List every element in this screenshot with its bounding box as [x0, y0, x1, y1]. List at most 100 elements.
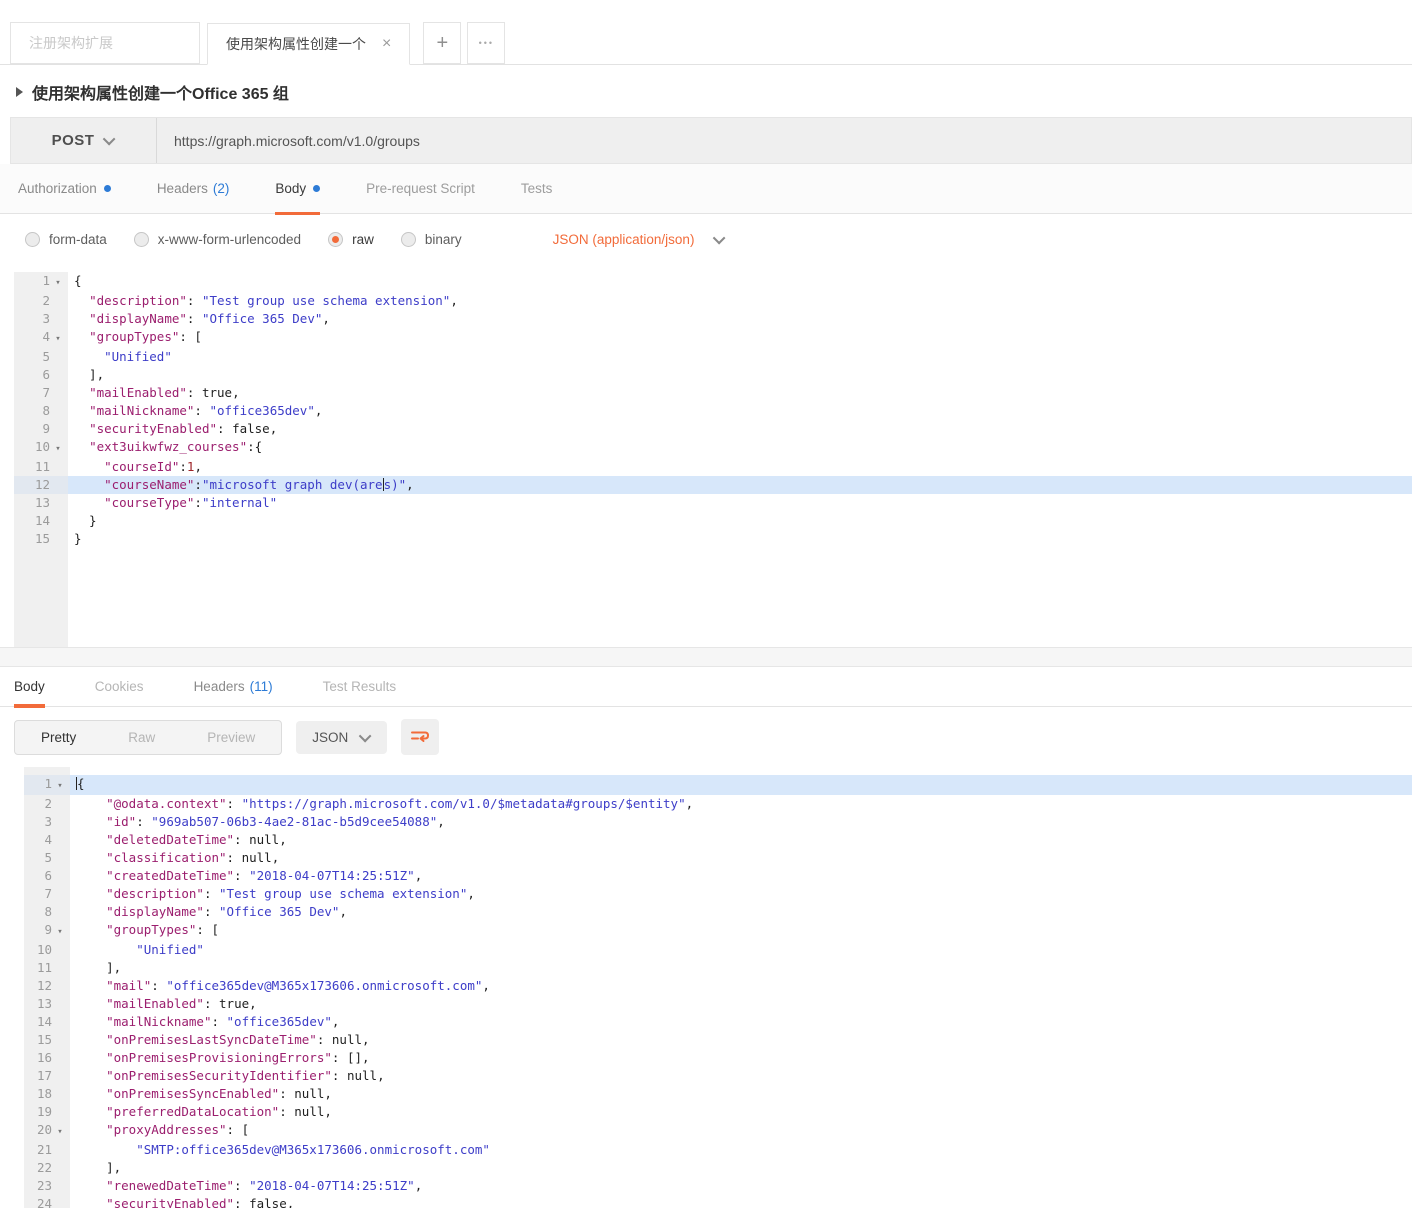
code-line: 4 "deletedDateTime": null,: [24, 831, 1412, 849]
code-token: {: [77, 776, 85, 791]
code-line: 15}: [14, 530, 1412, 548]
format-dropdown[interactable]: JSON: [296, 721, 387, 754]
line-number: 15: [24, 1031, 52, 1049]
line-number: 1: [24, 775, 52, 793]
tab-headers[interactable]: Headers (2): [157, 164, 230, 214]
code-token: ,: [315, 403, 323, 418]
view-raw-button[interactable]: Raw: [102, 721, 181, 754]
response-section-tabs: Body Cookies Headers (11) Test Results: [0, 667, 1412, 707]
wrap-lines-button[interactable]: [401, 719, 439, 755]
radio-selected-icon[interactable]: [328, 232, 343, 247]
code-token: [76, 1142, 136, 1157]
request-title-row: 使用架构属性创建一个Office 365 组: [0, 65, 1412, 117]
code-line: 6 ],: [14, 366, 1412, 384]
code-token: ,: [406, 477, 414, 492]
code-token: "2018-04-07T14:25:51Z": [249, 1178, 415, 1193]
response-tab-headers[interactable]: Headers (11): [194, 667, 273, 707]
headers-count: (11): [250, 679, 273, 694]
response-tab-cookies[interactable]: Cookies: [95, 667, 144, 707]
mode-form-data[interactable]: form-data: [25, 232, 107, 247]
code-token: :: [194, 477, 202, 492]
code-token: :: [194, 403, 209, 418]
fold-arrow-icon[interactable]: ▾: [50, 440, 66, 458]
body-mode-row: form-data x-www-form-urlencoded raw bina…: [0, 214, 1412, 264]
request-body-editor[interactable]: 1▾{2 "description": "Test group use sche…: [14, 272, 1412, 647]
code-token: [74, 439, 89, 454]
request-tab-register-schema[interactable]: 注册架构扩展: [10, 22, 200, 64]
chevron-down-icon: [713, 231, 726, 244]
code-line: 7 "mailEnabled": true,: [14, 384, 1412, 402]
code-line: 13 "courseType":"internal": [14, 494, 1412, 512]
code-token: [76, 1196, 106, 1208]
method-dropdown[interactable]: POST: [11, 118, 157, 163]
code-token: ,: [482, 978, 490, 993]
tab-authorization[interactable]: Authorization: [18, 164, 111, 214]
code-token: :: [194, 495, 202, 510]
code-token: :: [151, 978, 166, 993]
more-options-button[interactable]: •••: [467, 22, 505, 64]
response-tab-body[interactable]: Body: [14, 667, 45, 707]
code-line: 13 "mailEnabled": true,: [24, 995, 1412, 1013]
radio-icon[interactable]: [134, 232, 149, 247]
collapse-triangle-icon[interactable]: [16, 87, 23, 97]
code-token: ,: [287, 1196, 295, 1208]
code-token: :: [204, 904, 219, 919]
line-number: 8: [14, 402, 50, 420]
tab-pre-request-script[interactable]: Pre-request Script: [366, 164, 475, 214]
new-tab-button[interactable]: +: [423, 22, 461, 64]
mode-binary[interactable]: binary: [401, 232, 462, 247]
code-token: : [],: [332, 1050, 370, 1065]
code-line: 8 "mailNickname": "office365dev",: [14, 402, 1412, 420]
code-line: 9 "securityEnabled": false,: [14, 420, 1412, 438]
fold-arrow-icon[interactable]: ▾: [50, 330, 66, 348]
fold-arrow-icon[interactable]: ▾: [52, 777, 68, 795]
status-dot: [104, 185, 111, 192]
code-token: ,: [415, 868, 423, 883]
code-token: "groupTypes": [106, 922, 196, 937]
line-number: 4: [24, 831, 52, 849]
url-input[interactable]: https://graph.microsoft.com/v1.0/groups: [157, 118, 1411, 163]
code-token: "ext3uikwfwz_courses": [89, 439, 247, 454]
fold-arrow-icon[interactable]: ▾: [52, 1123, 68, 1141]
wrap-text-icon: [410, 729, 430, 745]
close-icon[interactable]: ×: [382, 35, 391, 53]
radio-icon[interactable]: [401, 232, 416, 247]
code-token: true: [219, 996, 249, 1011]
headers-count: (2): [213, 181, 230, 196]
status-dot: [313, 185, 320, 192]
code-token: "Unified": [104, 349, 172, 364]
code-token: "2018-04-07T14:25:51Z": [249, 868, 415, 883]
fold-arrow-icon[interactable]: ▾: [50, 274, 66, 292]
request-tab-create-group[interactable]: 使用架构属性创建一个 ×: [207, 23, 410, 65]
line-number: 15: [14, 530, 50, 548]
code-token: "office365dev": [209, 403, 314, 418]
code-token: "Test group use schema extension": [202, 293, 450, 308]
view-pretty-button[interactable]: Pretty: [15, 721, 102, 754]
line-number: 14: [24, 1013, 52, 1031]
tab-label: Body: [275, 181, 306, 196]
mode-x-www-form-urlencoded[interactable]: x-www-form-urlencoded: [134, 232, 301, 247]
response-tab-test-results[interactable]: Test Results: [323, 667, 397, 707]
view-preview-button[interactable]: Preview: [181, 721, 281, 754]
code-token: ,: [339, 904, 347, 919]
response-body-editor[interactable]: 1▾{2 "@odata.context": "https://graph.mi…: [24, 767, 1412, 1208]
line-number: 12: [24, 977, 52, 995]
tab-label: Cookies: [95, 679, 144, 694]
content-type-dropdown[interactable]: JSON (application/json): [553, 232, 726, 247]
fold-arrow-icon[interactable]: ▾: [52, 923, 68, 941]
tab-body[interactable]: Body: [275, 164, 320, 214]
code-line: 16 "onPremisesProvisioningErrors": [],: [24, 1049, 1412, 1067]
code-line: 3 "id": "969ab507-06b3-4ae2-81ac-b5d9cee…: [24, 813, 1412, 831]
mode-raw[interactable]: raw: [328, 232, 374, 247]
code-token: "groupTypes": [89, 329, 179, 344]
line-number: 2: [24, 795, 52, 813]
line-number: 11: [14, 458, 50, 476]
code-token: ,: [332, 1014, 340, 1029]
tab-label: 使用架构属性创建一个: [226, 34, 366, 54]
radio-icon[interactable]: [25, 232, 40, 247]
code-token: "onPremisesSyncEnabled": [106, 1086, 279, 1101]
tab-tests[interactable]: Tests: [521, 164, 553, 214]
code-token: :: [227, 796, 242, 811]
format-label: JSON: [312, 730, 348, 745]
content-type-label: JSON (application/json): [553, 232, 695, 247]
